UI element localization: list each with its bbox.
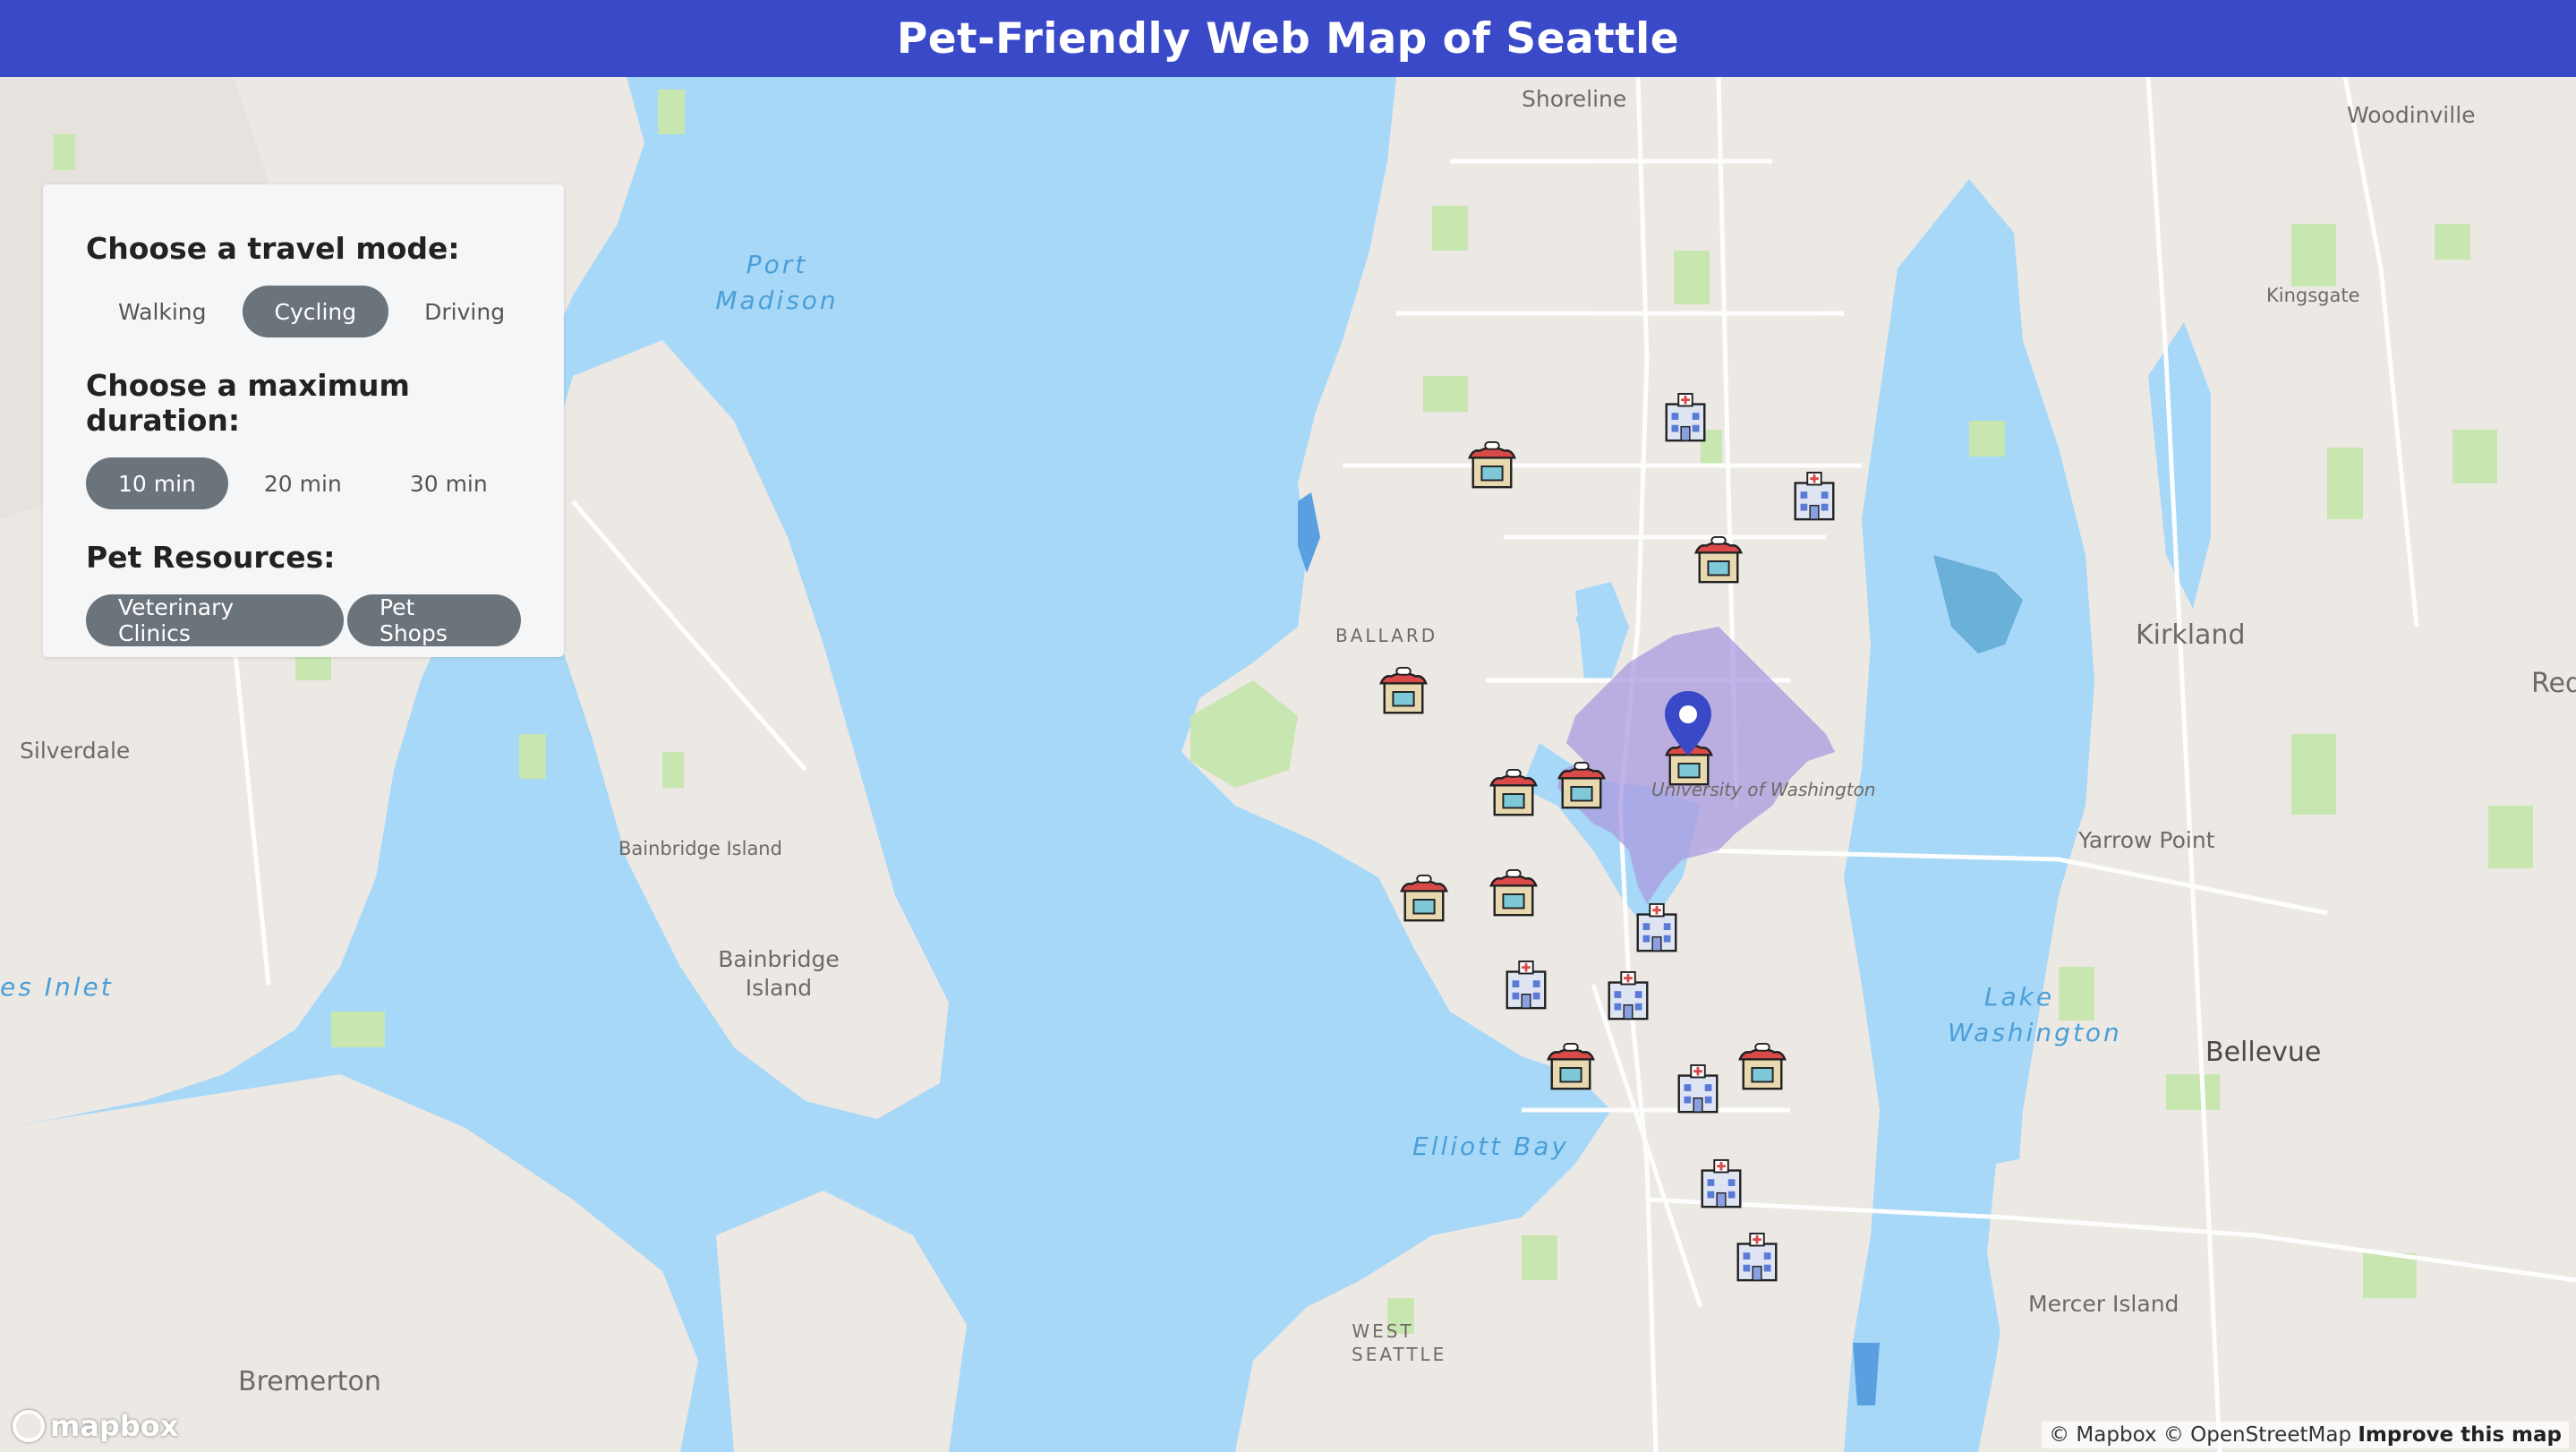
veterinary-clinic-icon[interactable]: [1731, 1232, 1783, 1284]
mapbox-logo-icon: [13, 1410, 45, 1442]
label-bellevue: Bellevue: [2205, 1037, 2322, 1068]
label-kingsgate: Kingsgate: [2266, 285, 2360, 306]
label-bainbridge-large: Bainbridge Island: [718, 946, 840, 1001]
pet-shop-icon[interactable]: [1398, 874, 1450, 926]
veterinary-clinic-icon[interactable]: [1500, 960, 1552, 1012]
label-yarrow-point: Yarrow Point: [2078, 827, 2215, 853]
veterinary-clinic-icon[interactable]: [1659, 392, 1711, 444]
walking-button[interactable]: Walking: [86, 286, 239, 337]
pet-shop-icon[interactable]: [1545, 1042, 1597, 1094]
pet-shop-icon[interactable]: [1466, 440, 1518, 492]
pet-shops-button[interactable]: Pet Shops: [346, 594, 521, 646]
label-bremerton: Bremerton: [238, 1366, 381, 1397]
mapbox-logo-text: mapbox: [50, 1409, 179, 1443]
label-shoreline: Shoreline: [1522, 86, 1627, 112]
driving-button[interactable]: Driving: [392, 286, 537, 337]
veterinary-clinic-icon[interactable]: [1788, 471, 1840, 523]
pet-shop-icon[interactable]: [1693, 535, 1744, 587]
veterinary-clinics-button[interactable]: Veterinary Clinics: [86, 594, 344, 646]
label-silverdale: Silverdale: [20, 738, 131, 764]
duration-heading: Choose a maximum duration:: [86, 368, 410, 438]
duration-20-button[interactable]: 20 min: [232, 457, 374, 509]
label-west-seattle: WEST SEATTLE: [1352, 1320, 1447, 1365]
control-panel: Choose a travel mode: Walking Cycling Dr…: [43, 184, 564, 657]
label-kirkland: Kirkland: [2136, 619, 2246, 651]
duration-30-button[interactable]: 30 min: [378, 457, 520, 509]
veterinary-clinic-icon[interactable]: [1631, 902, 1683, 954]
water-label-port-madison: Port Madison: [715, 250, 839, 315]
mapbox-logo[interactable]: mapbox: [13, 1409, 178, 1443]
veterinary-clinic-icon[interactable]: [1602, 970, 1654, 1022]
duration-10-button[interactable]: 10 min: [86, 457, 228, 509]
water-label-dyes-inlet: es Inlet: [0, 972, 114, 1002]
cycling-button[interactable]: Cycling: [242, 286, 389, 337]
water-label-elliott-bay: Elliott Bay: [1412, 1132, 1569, 1161]
improve-map-link[interactable]: Improve this map: [2358, 1423, 2562, 1447]
duration-group: 10 min 20 min 30 min: [86, 457, 521, 509]
label-mercer-island: Mercer Island: [2028, 1291, 2179, 1317]
pet-shop-icon[interactable]: [1556, 761, 1608, 813]
travel-mode-group: Walking Cycling Driving: [86, 286, 521, 337]
attribution-mapbox-link[interactable]: © Mapbox: [2049, 1423, 2156, 1447]
veterinary-clinic-icon[interactable]: [1695, 1158, 1747, 1210]
veterinary-clinic-icon[interactable]: [1672, 1063, 1724, 1115]
travel-mode-heading: Choose a travel mode:: [86, 231, 460, 266]
map-attribution: © Mapbox © OpenStreetMap Improve this ma…: [2042, 1422, 2569, 1448]
label-bainbridge-small: Bainbridge Island: [618, 838, 782, 859]
label-woodinville: Woodinville: [2347, 102, 2476, 128]
location-pin-icon[interactable]: [1661, 689, 1715, 761]
pet-resources-heading: Pet Resources:: [86, 540, 336, 575]
pet-shop-icon[interactable]: [1488, 768, 1540, 820]
pet-shop-icon[interactable]: [1488, 868, 1540, 920]
water-label-lake-washington: Lake Washington: [1948, 982, 2122, 1047]
attribution-osm-link[interactable]: © OpenStreetMap: [2163, 1423, 2351, 1447]
pet-resources-group: Veterinary Clinics Pet Shops: [86, 594, 521, 646]
label-ballard: BALLARD: [1335, 625, 1438, 646]
pet-shop-icon[interactable]: [1378, 666, 1429, 718]
page-title: Pet-Friendly Web Map of Seattle: [0, 0, 2576, 77]
label-redmond: Redm: [2531, 668, 2576, 699]
pet-shop-icon[interactable]: [1736, 1042, 1788, 1094]
